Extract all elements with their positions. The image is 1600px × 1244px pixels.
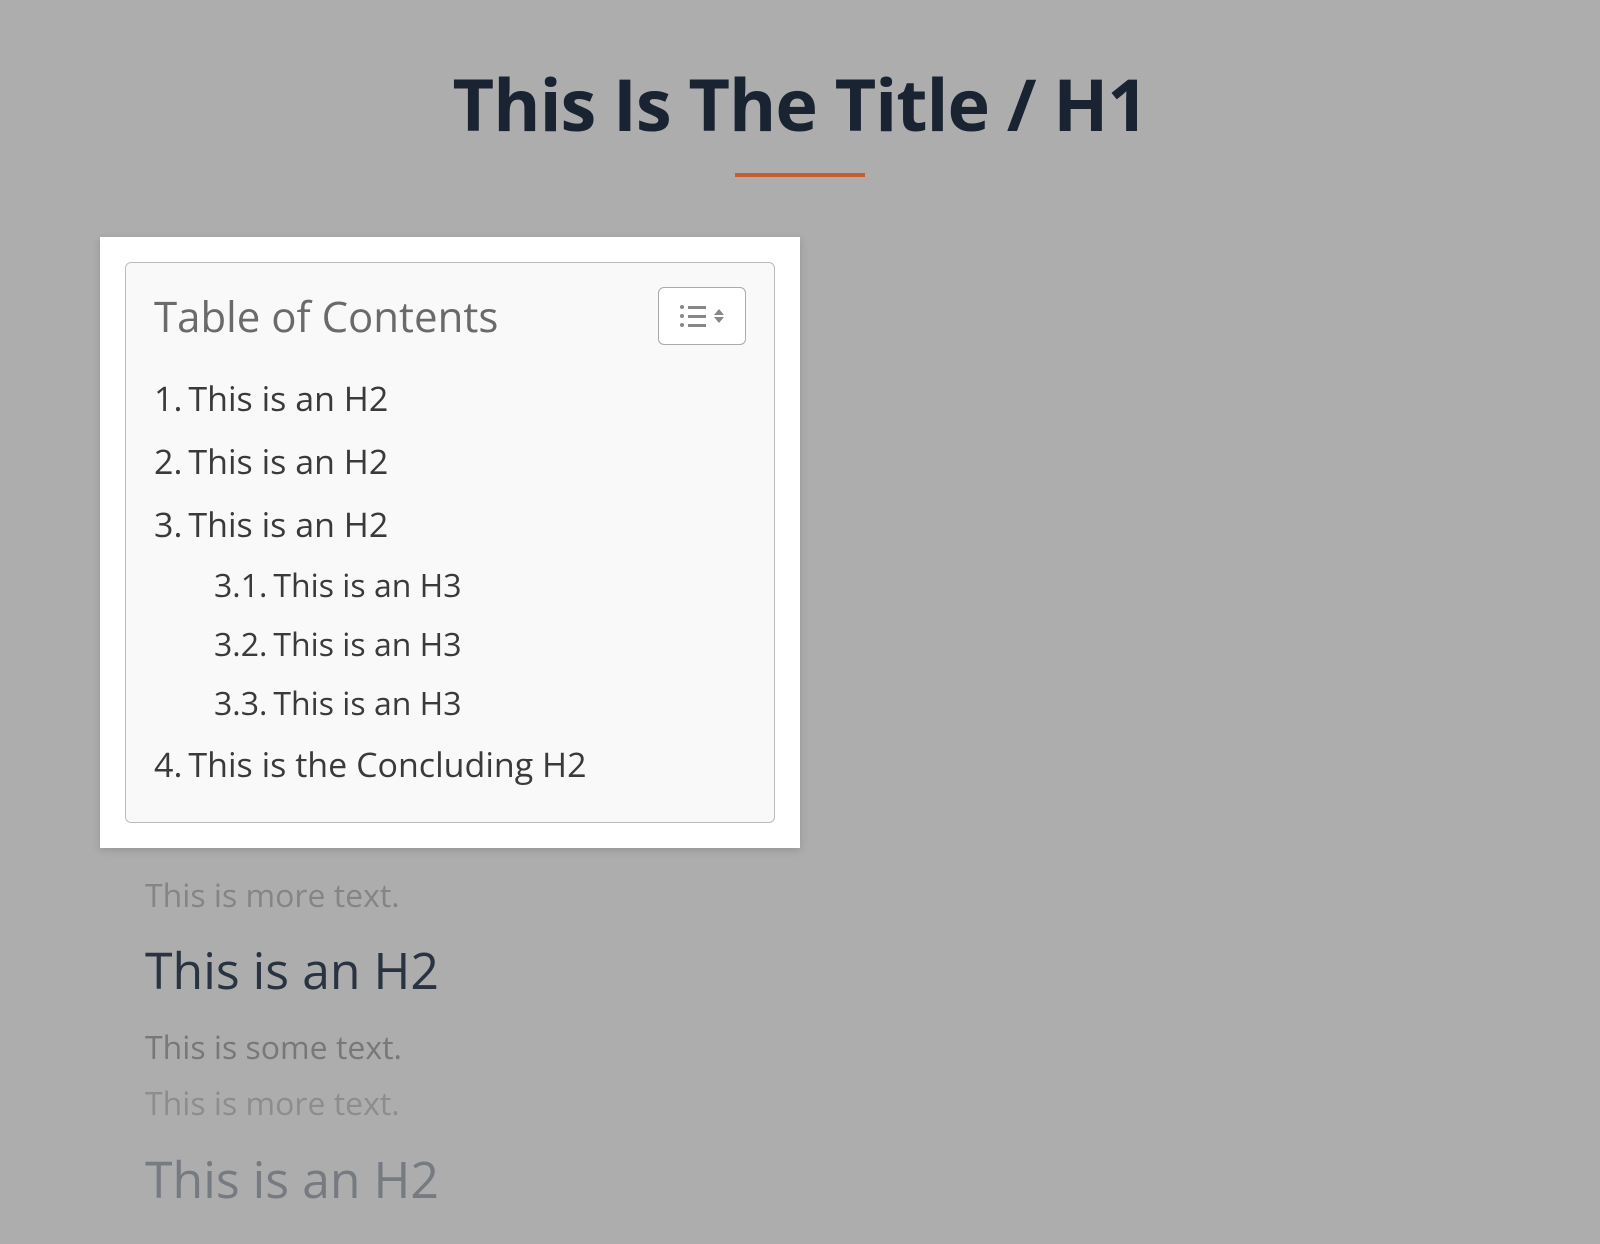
body-text: This is more text. [145,1078,439,1129]
toc-item[interactable]: 3.1.This is an H3 [154,556,746,615]
toc-box: Table of Contents 1.This is an H2 2.This… [125,262,775,823]
toc-label: This is an H3 [273,564,461,607]
h2-heading: This is an H2 [145,1145,439,1213]
h2-heading: This is an H2 [145,936,439,1004]
sort-arrows-icon [714,309,724,323]
list-icon [680,305,706,327]
toc-label: This is the Concluding H2 [188,741,586,787]
toc-label: This is an H2 [188,501,388,547]
body-text: This is some text. [145,1022,439,1073]
toc-item[interactable]: 2.This is an H2 [154,430,746,493]
page-title: This Is The Title / H1 [0,0,1600,153]
toc-item[interactable]: 3.This is an H2 [154,493,746,556]
toc-num: 2. [154,438,182,484]
toc-num: 3.3. [214,682,267,725]
toc-wrapper: Table of Contents 1.This is an H2 2.This… [100,237,800,848]
toc-label: This is an H2 [188,375,388,421]
toc-label: This is an H3 [273,682,461,725]
toc-label: This is an H2 [188,438,388,484]
title-underline [735,173,865,177]
toc-item[interactable]: 3.3.This is an H3 [154,674,746,733]
toc-item[interactable]: 3.2.This is an H3 [154,615,746,674]
toc-num: 3.2. [214,623,267,666]
toc-label: This is an H3 [273,623,461,666]
toc-item[interactable]: 4.This is the Concluding H2 [154,733,746,796]
toc-num: 1. [154,375,182,421]
body-text: This is more text. [145,870,439,921]
toc-num: 3.1. [214,564,267,607]
toc-list: 1.This is an H2 2.This is an H2 3.This i… [154,367,746,796]
toc-num: 4. [154,741,182,787]
toc-header: Table of Contents [154,287,746,345]
toc-title: Table of Contents [154,288,498,345]
content-area: This is more text. This is an H2 This is… [145,870,439,1231]
toc-item[interactable]: 1.This is an H2 [154,367,746,430]
toc-toggle-button[interactable] [658,287,746,345]
toc-num: 3. [154,501,182,547]
